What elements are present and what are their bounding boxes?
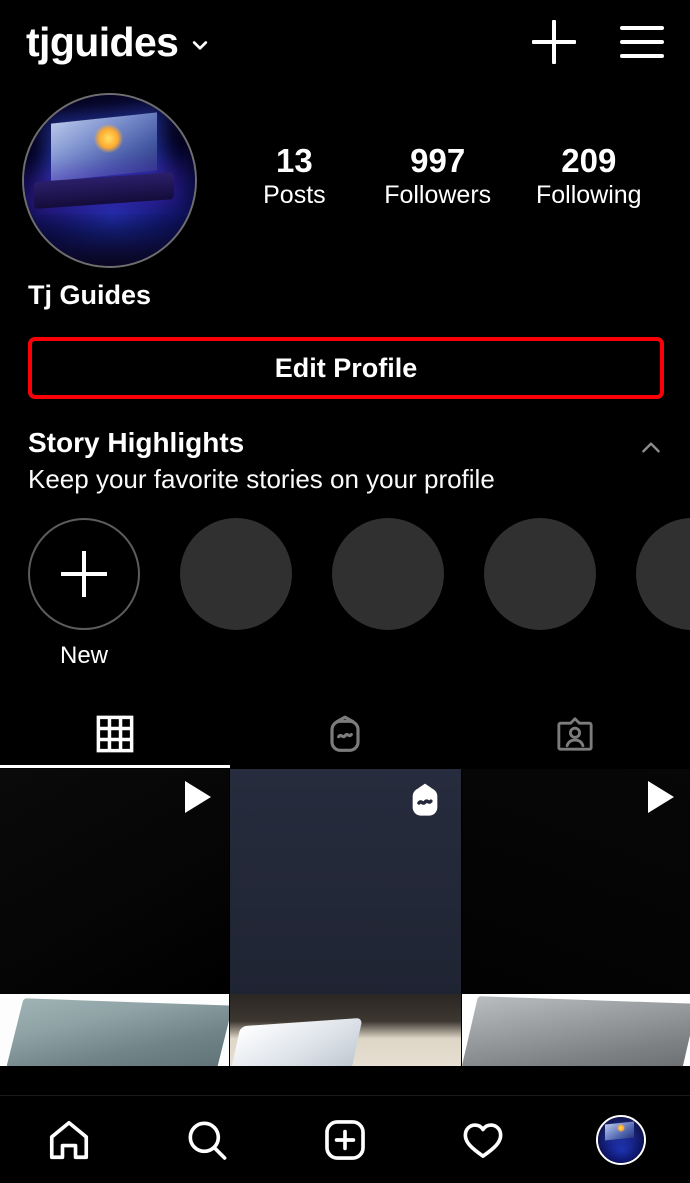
post-tile[interactable] bbox=[0, 769, 229, 995]
story-highlights-row[interactable]: New bbox=[0, 496, 690, 670]
nav-create[interactable] bbox=[295, 1096, 395, 1183]
igtv-icon bbox=[330, 715, 360, 753]
post-tile[interactable] bbox=[230, 994, 461, 1067]
story-highlights-header: Story Highlights Keep your favorite stor… bbox=[0, 399, 690, 496]
heart-icon bbox=[463, 1122, 503, 1158]
username-title: tjguides bbox=[26, 18, 179, 65]
highlight-placeholder[interactable] bbox=[636, 518, 690, 631]
nav-activity[interactable] bbox=[433, 1096, 533, 1183]
profile-summary: 13 Posts 997 Followers 209 Following bbox=[0, 84, 690, 272]
nav-home[interactable] bbox=[19, 1096, 119, 1183]
header-actions bbox=[532, 20, 664, 64]
plus-icon[interactable] bbox=[532, 20, 576, 64]
story-highlights-title: Story Highlights bbox=[28, 427, 245, 458]
edit-profile-container: Edit Profile bbox=[0, 311, 690, 399]
grid-icon bbox=[96, 715, 134, 753]
avatar-image bbox=[24, 94, 195, 266]
account-switcher[interactable]: tjguides bbox=[26, 18, 210, 65]
edit-profile-button[interactable]: Edit Profile bbox=[28, 337, 664, 399]
tab-grid[interactable] bbox=[0, 700, 230, 769]
display-name: Tj Guides bbox=[28, 280, 152, 310]
highlight-new[interactable]: New bbox=[28, 518, 140, 670]
avatar[interactable] bbox=[22, 92, 197, 268]
profile-avatar-icon bbox=[596, 1114, 646, 1165]
stat-posts[interactable]: 13 Posts bbox=[249, 141, 339, 211]
play-icon bbox=[648, 781, 674, 814]
stat-following[interactable]: 209 Following bbox=[535, 141, 642, 211]
home-icon bbox=[49, 1120, 89, 1159]
followers-label: Followers bbox=[384, 180, 492, 209]
posts-count: 13 bbox=[276, 141, 313, 179]
chevron-up-icon[interactable] bbox=[638, 435, 664, 461]
tab-igtv[interactable] bbox=[230, 700, 460, 768]
search-icon bbox=[188, 1121, 227, 1160]
followers-count: 997 bbox=[410, 141, 466, 179]
play-icon bbox=[185, 781, 211, 814]
story-highlights-subtitle: Keep your favorite stories on your profi… bbox=[28, 464, 495, 494]
bottom-navigation bbox=[0, 1095, 690, 1183]
nav-search[interactable] bbox=[157, 1096, 257, 1183]
posts-label: Posts bbox=[263, 180, 326, 209]
highlight-placeholder[interactable] bbox=[484, 518, 596, 631]
following-label: Following bbox=[535, 180, 642, 209]
post-grid bbox=[0, 769, 690, 1067]
highlight-new-label: New bbox=[59, 642, 108, 670]
tab-tagged[interactable] bbox=[460, 700, 690, 768]
profile-stats: 13 Posts 997 Followers 209 Following bbox=[197, 141, 664, 217]
plus-icon[interactable] bbox=[28, 518, 140, 631]
story-highlights-text: Story Highlights Keep your favorite stor… bbox=[28, 425, 638, 496]
hamburger-menu-icon[interactable] bbox=[620, 26, 664, 58]
add-box-icon bbox=[325, 1119, 365, 1160]
instagram-profile-screen: tjguides 13 Posts 997 Followers 209 Foll… bbox=[0, 0, 690, 1183]
post-tile[interactable] bbox=[230, 769, 461, 995]
following-count: 209 bbox=[561, 141, 617, 179]
app-header: tjguides bbox=[0, 0, 690, 84]
tagged-person-icon bbox=[557, 717, 593, 751]
highlight-placeholder[interactable] bbox=[332, 518, 444, 631]
post-tile[interactable] bbox=[0, 994, 229, 1067]
post-tile[interactable] bbox=[462, 769, 690, 995]
chevron-down-icon bbox=[193, 41, 208, 50]
post-tile[interactable] bbox=[462, 994, 690, 1067]
nav-profile[interactable] bbox=[571, 1096, 671, 1183]
stat-followers[interactable]: 997 Followers bbox=[384, 141, 492, 211]
profile-tabs bbox=[0, 700, 690, 769]
igtv-icon bbox=[412, 783, 438, 816]
highlight-placeholder[interactable] bbox=[180, 518, 292, 631]
